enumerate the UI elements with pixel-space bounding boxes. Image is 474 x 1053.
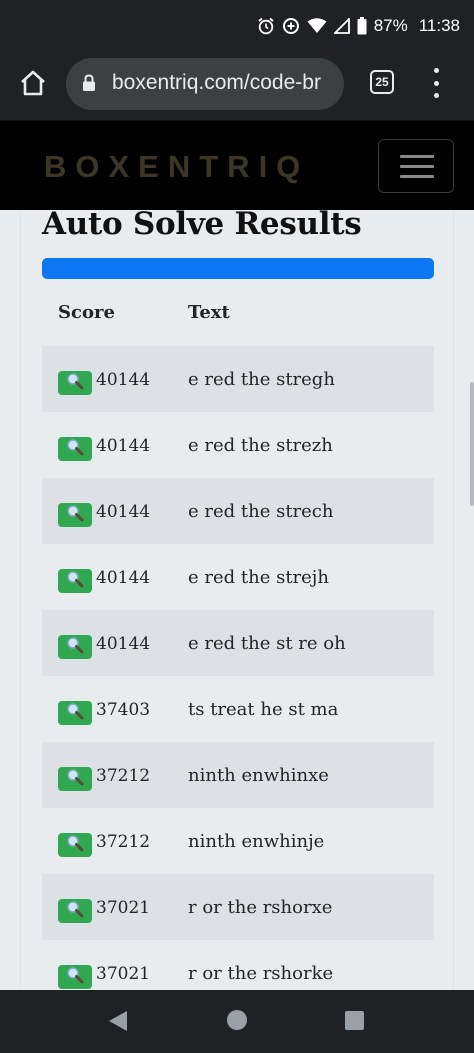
decoded-text: ninth enwhinxe — [188, 765, 329, 786]
decoded-text: e red the stregh — [188, 369, 335, 390]
battery-icon — [357, 17, 367, 35]
site-logo[interactable]: BOXENTRIQ — [44, 149, 309, 185]
score-value: 37212 — [96, 832, 151, 852]
score-value: 40144 — [96, 634, 151, 654]
score-value: 37403 — [96, 700, 151, 720]
score-column-header: Score — [58, 302, 115, 323]
clock-time: 11:38 — [418, 16, 460, 35]
decoded-text: e red the strejh — [188, 567, 329, 588]
alarm-icon — [257, 17, 275, 35]
home-button[interactable] — [16, 68, 50, 102]
table-row: 37021 r or the rshorxe — [42, 874, 434, 940]
zoom-button[interactable] — [58, 701, 92, 725]
zoom-button[interactable] — [58, 635, 92, 659]
data-saver-icon — [282, 17, 300, 35]
results-table-body: 40144 e red the stregh 40144 e red the s… — [42, 346, 434, 1006]
page-scrollbar[interactable] — [470, 382, 474, 506]
url-text: boxentriq.com/code-br — [112, 71, 321, 94]
magnifier-icon — [66, 438, 84, 460]
wifi-icon — [307, 18, 327, 34]
magnifier-icon — [66, 570, 84, 592]
home-nav-button[interactable] — [227, 1010, 247, 1030]
decoded-text: ninth enwhinje — [188, 831, 325, 852]
lock-icon — [82, 74, 96, 96]
table-row: 37403 ts treat he st ma — [42, 676, 434, 742]
hamburger-menu-button[interactable] — [378, 139, 454, 193]
table-row: 40144 e red the strech — [42, 478, 434, 544]
table-row: 40144 e red the strezh — [42, 412, 434, 478]
magnifier-icon — [66, 504, 84, 526]
recents-button[interactable] — [345, 1011, 364, 1030]
tab-switcher-button[interactable]: 25 — [370, 70, 394, 94]
browser-toolbar: boxentriq.com/code-br 25 — [0, 52, 474, 120]
site-navbar: BOXENTRIQ — [0, 120, 474, 210]
magnifier-icon — [66, 900, 84, 922]
score-value: 37021 — [96, 964, 151, 984]
decoded-text: r or the rshorxe — [188, 897, 333, 918]
progress-bar — [42, 258, 434, 279]
decoded-text: ts treat he st ma — [188, 699, 339, 720]
system-nav-bar — [0, 990, 474, 1053]
home-icon — [19, 69, 47, 101]
table-row: 40144 e red the strejh — [42, 544, 434, 610]
zoom-button[interactable] — [58, 833, 92, 857]
table-row: 37212 ninth enwhinxe — [42, 742, 434, 808]
zoom-button[interactable] — [58, 899, 92, 923]
zoom-button[interactable] — [58, 569, 92, 593]
battery-percent: 87% — [373, 16, 408, 35]
decoded-text: e red the strech — [188, 501, 334, 522]
page-title: Auto Solve Results — [42, 206, 362, 242]
score-value: 40144 — [96, 502, 151, 522]
score-value: 40144 — [96, 436, 151, 456]
zoom-button[interactable] — [58, 503, 92, 527]
cell-signal-icon — [333, 18, 350, 34]
magnifier-icon — [66, 636, 84, 658]
table-header: Score Text — [42, 290, 434, 336]
magnifier-icon — [66, 768, 84, 790]
magnifier-icon — [66, 966, 84, 988]
status-bar: 87% 11:38 — [0, 0, 474, 52]
overflow-menu-button[interactable] — [426, 68, 446, 98]
zoom-button[interactable] — [58, 371, 92, 395]
address-bar[interactable]: boxentriq.com/code-br — [66, 58, 344, 110]
magnifier-icon — [66, 834, 84, 856]
magnifier-icon — [66, 372, 84, 394]
score-value: 37021 — [96, 898, 151, 918]
text-column-header: Text — [188, 302, 230, 323]
decoded-text: r or the rshorke — [188, 963, 334, 984]
zoom-button[interactable] — [58, 965, 92, 989]
magnifier-icon — [66, 702, 84, 724]
status-icons: 87% 11:38 — [257, 15, 460, 37]
score-value: 40144 — [96, 568, 151, 588]
decoded-text: e red the st re oh — [188, 633, 346, 654]
table-row: 37212 ninth enwhinje — [42, 808, 434, 874]
table-row: 40144 e red the st re oh — [42, 610, 434, 676]
decoded-text: e red the strezh — [188, 435, 333, 456]
score-value: 40144 — [96, 370, 151, 390]
zoom-button[interactable] — [58, 767, 92, 791]
table-row: 40144 e red the stregh — [42, 346, 434, 412]
score-value: 37212 — [96, 766, 151, 786]
back-button[interactable] — [108, 1010, 128, 1036]
zoom-button[interactable] — [58, 437, 92, 461]
